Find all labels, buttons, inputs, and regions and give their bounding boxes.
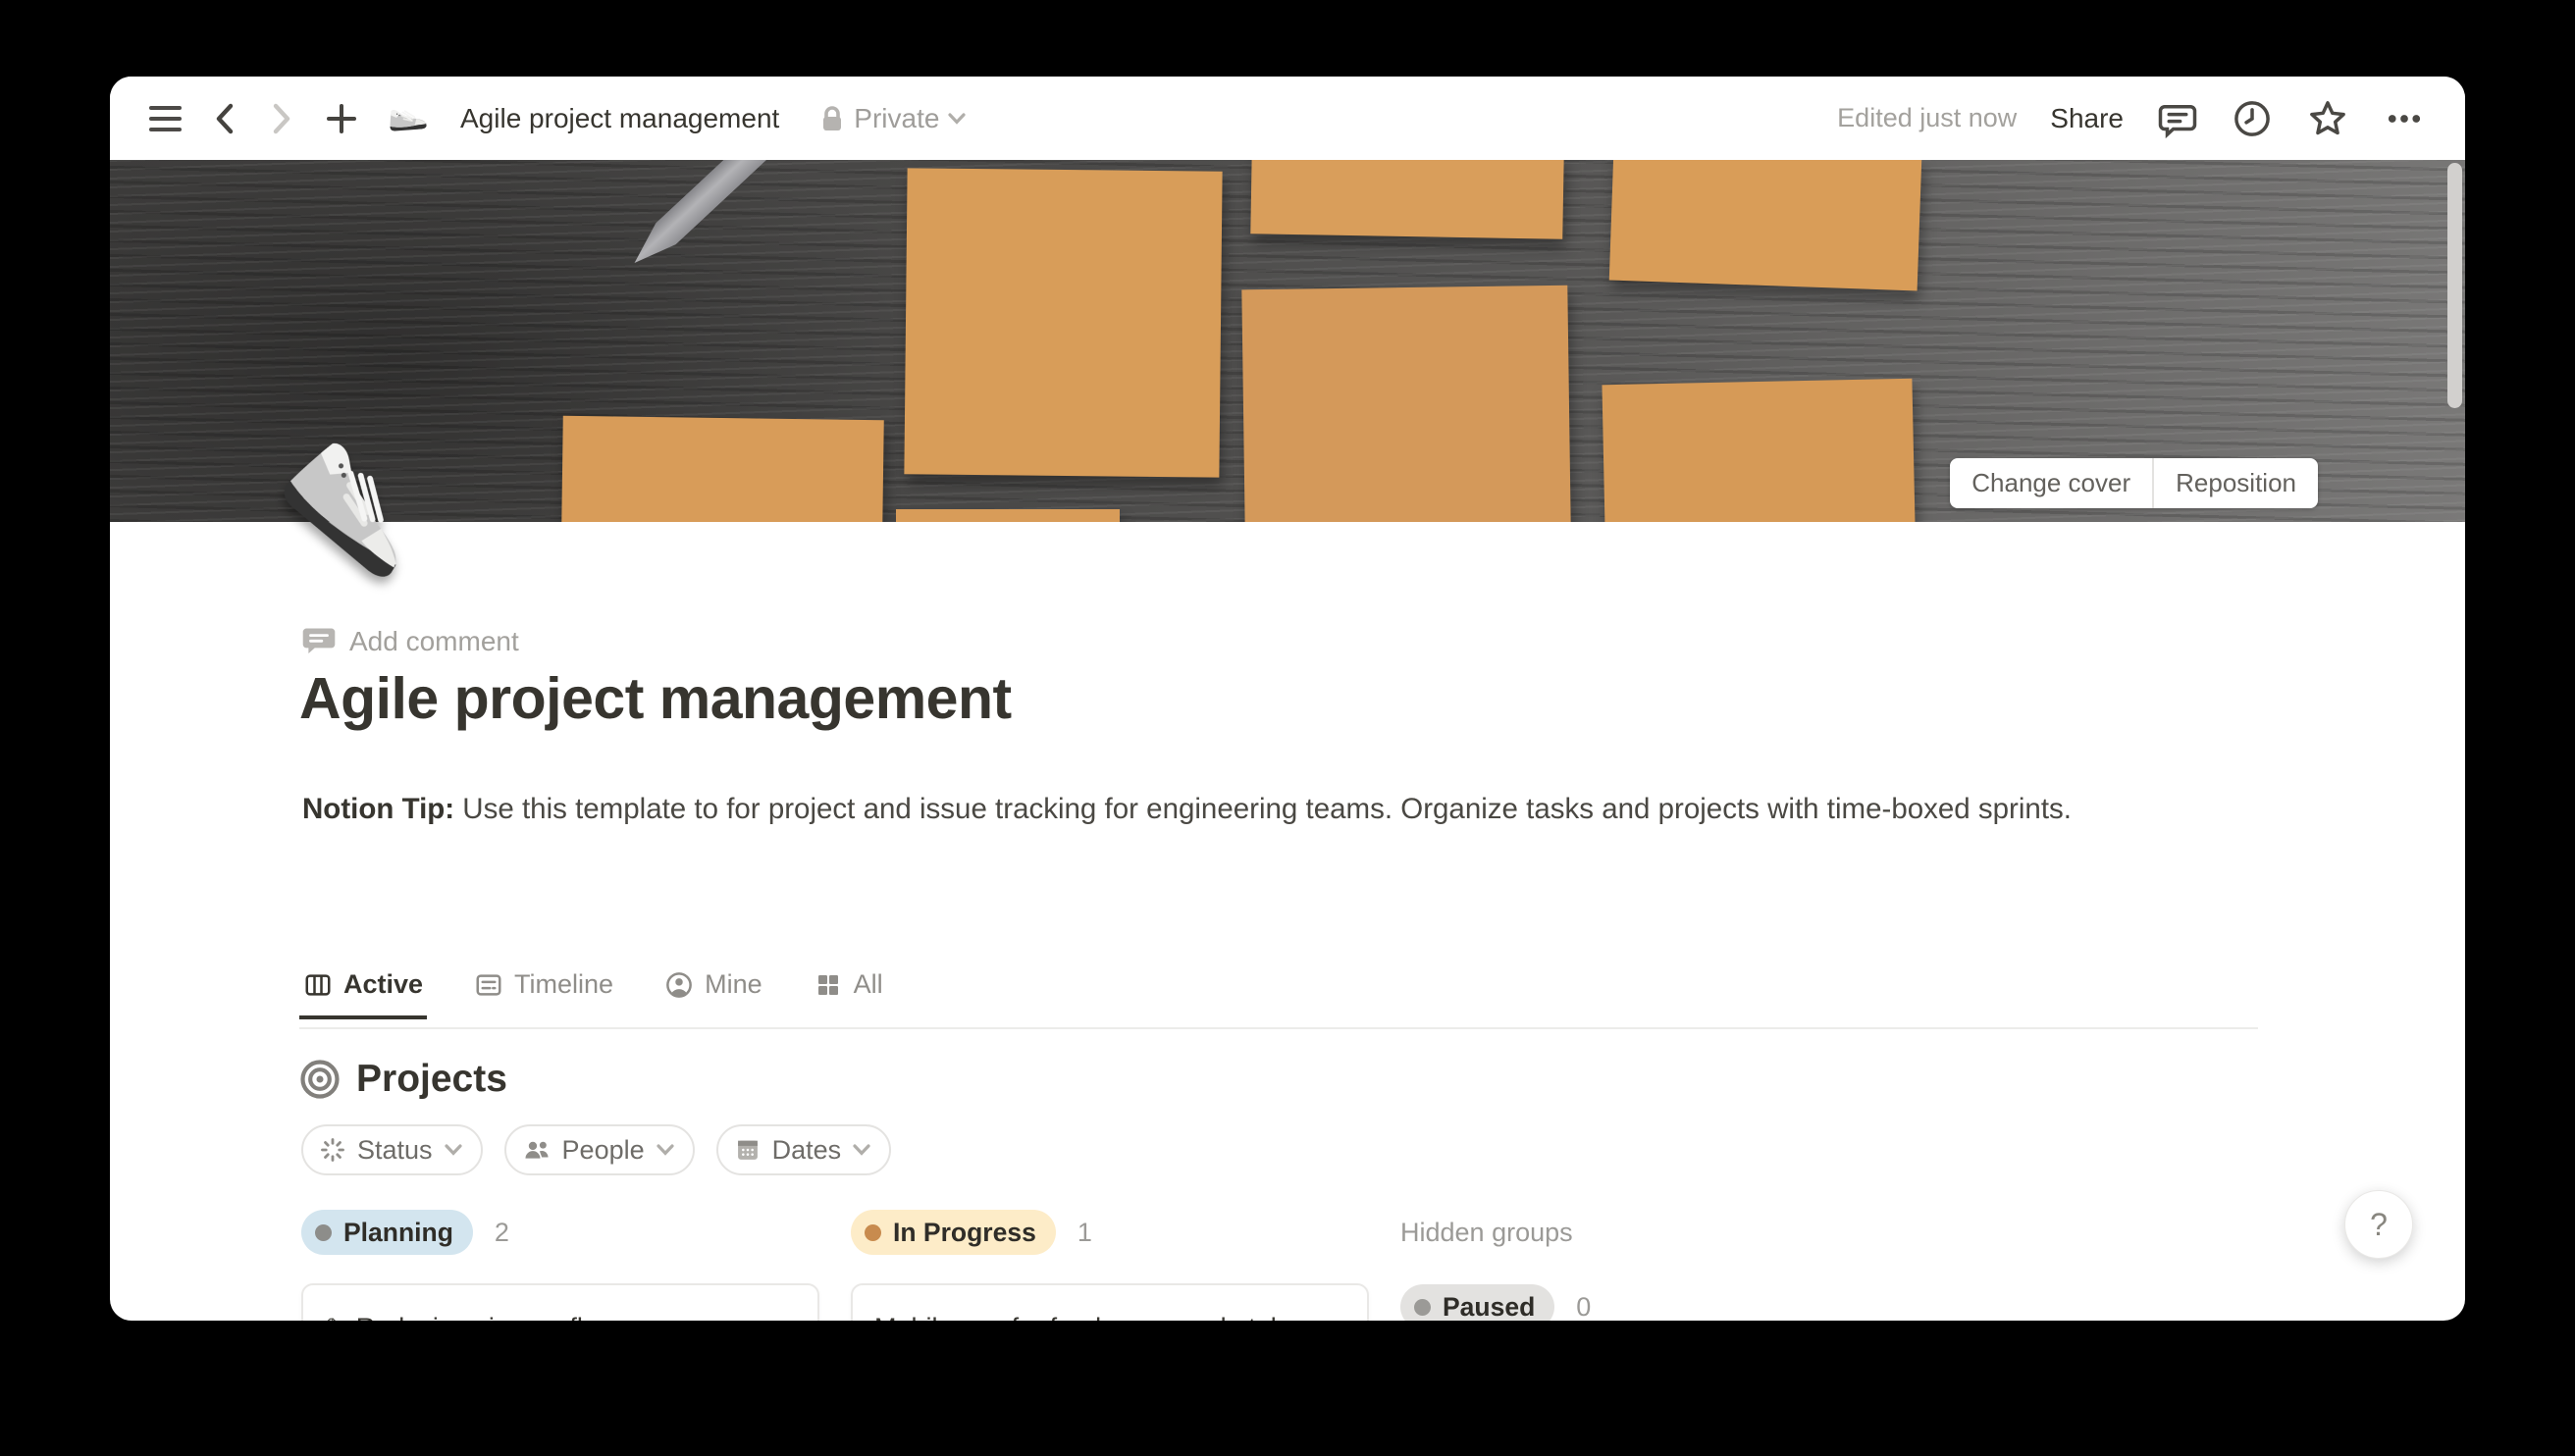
tab-label: Active — [343, 969, 423, 1000]
hidden-groups-section: Hidden groups Paused 0 — [1400, 1209, 1911, 1321]
group-pill-in-progress[interactable]: In Progress — [851, 1210, 1056, 1255]
reposition-button[interactable]: Reposition — [2152, 458, 2318, 508]
chip-label: Status — [357, 1135, 433, 1166]
status-filter-chip[interactable]: Status — [301, 1124, 483, 1175]
history-clock-icon[interactable] — [2232, 98, 2273, 139]
card-title: Mobile app for freelancer marketplace — [874, 1311, 1319, 1321]
chevron-down-icon — [947, 112, 967, 126]
tip-body: Use this template to for project and iss… — [454, 793, 2072, 825]
project-card[interactable]: Mobile app for freelancer marketplace — [851, 1283, 1369, 1321]
tip-lead: Notion Tip: — [302, 793, 454, 825]
change-cover-button[interactable]: Change cover — [1950, 458, 2152, 508]
page-icon-small — [386, 100, 428, 137]
group-count: 0 — [1576, 1292, 1591, 1322]
tab-label: Timeline — [514, 969, 613, 1000]
filter-chips: Status People — [301, 1124, 891, 1175]
timeline-icon — [474, 970, 503, 1000]
desktop-background: Agile project management Private Edited … — [0, 0, 2575, 1456]
vertical-scrollbar[interactable] — [2447, 163, 2462, 408]
lock-icon — [818, 104, 846, 133]
tab-all[interactable]: All — [810, 969, 887, 1015]
grid-icon — [814, 970, 843, 1000]
chevron-down-icon — [852, 1143, 871, 1157]
section-title[interactable]: Projects — [356, 1058, 507, 1101]
tab-mine[interactable]: Mine — [660, 969, 766, 1015]
board-icon — [303, 970, 333, 1000]
tab-active[interactable]: Active — [299, 969, 427, 1019]
share-button[interactable]: Share — [2050, 103, 2124, 134]
forward-icon[interactable] — [268, 102, 295, 135]
group-label: In Progress — [893, 1218, 1036, 1248]
privacy-control[interactable]: Private — [818, 103, 967, 134]
group-label: Paused — [1443, 1292, 1535, 1322]
status-dot — [315, 1224, 332, 1241]
status-dot — [865, 1224, 881, 1241]
people-filter-chip[interactable]: People — [504, 1124, 695, 1175]
back-icon[interactable] — [211, 102, 238, 135]
sidebar-toggle-icon[interactable] — [149, 106, 182, 131]
chevron-down-icon — [656, 1143, 675, 1157]
group-count: 1 — [1077, 1218, 1092, 1248]
pen-in-cover-photo — [624, 160, 802, 274]
add-comment-button[interactable]: Add comment — [302, 626, 519, 657]
target-icon — [299, 1059, 341, 1100]
page-title[interactable]: Agile project management — [299, 665, 1012, 732]
add-comment-label: Add comment — [349, 626, 519, 657]
dates-filter-chip[interactable]: Dates — [716, 1124, 892, 1175]
sticky-note — [1241, 286, 1570, 522]
project-card[interactable]: ✎ Redesign sign-up flow — [301, 1283, 819, 1321]
chip-label: People — [562, 1135, 645, 1166]
sticky-note — [561, 416, 884, 522]
board-column-in-progress: In Progress 1 Mobile app for freelancer … — [851, 1209, 1369, 1321]
sticky-note — [1250, 160, 1563, 239]
page-icon-sneaker[interactable] — [292, 430, 469, 611]
tab-label: All — [854, 969, 883, 1000]
notion-tip-paragraph[interactable]: Notion Tip: Use this template to for pro… — [302, 785, 2167, 833]
chevron-down-icon — [444, 1143, 463, 1157]
notion-window: Agile project management Private Edited … — [110, 77, 2465, 1321]
toolbar: Agile project management Private Edited … — [110, 77, 2465, 160]
projects-heading: Projects — [299, 1058, 507, 1101]
status-burst-icon — [319, 1136, 346, 1164]
sticky-note — [904, 168, 1222, 477]
hidden-groups-label: Hidden groups — [1400, 1209, 1911, 1256]
group-label: Planning — [343, 1218, 453, 1248]
board-column-planning: Planning 2 ✎ Redesign sign-up flow — [301, 1209, 819, 1321]
comments-icon[interactable] — [2157, 98, 2198, 139]
people-icon — [522, 1136, 552, 1164]
more-options-icon[interactable] — [2383, 98, 2426, 139]
status-dot — [1414, 1299, 1431, 1316]
cover-buttons: Change cover Reposition — [1950, 458, 2318, 508]
tabs-divider — [299, 1027, 2258, 1029]
group-pill-paused[interactable]: Paused — [1400, 1284, 1554, 1321]
tab-label: Mine — [705, 969, 762, 1000]
breadcrumb-page-title[interactable]: Agile project management — [460, 103, 779, 134]
new-page-icon[interactable] — [325, 102, 358, 135]
chip-label: Dates — [772, 1135, 842, 1166]
privacy-label: Private — [854, 103, 939, 134]
projects-board: Planning 2 ✎ Redesign sign-up flow — [301, 1209, 1911, 1321]
person-circle-icon — [664, 970, 694, 1000]
sticky-note — [1602, 379, 1915, 522]
edited-timestamp: Edited just now — [1837, 103, 2017, 133]
view-tabs: Active Timeline Mine — [299, 969, 887, 1019]
tab-timeline[interactable]: Timeline — [470, 969, 617, 1015]
comment-bubble-icon — [302, 626, 336, 657]
group-count: 2 — [495, 1218, 509, 1248]
sticky-note — [1609, 160, 1921, 290]
card-title: Redesign sign-up flow — [356, 1311, 617, 1321]
card-emoji-icon: ✎ — [325, 1311, 346, 1321]
calendar-icon — [734, 1136, 762, 1164]
group-pill-planning[interactable]: Planning — [301, 1210, 473, 1255]
favorite-star-icon[interactable] — [2306, 97, 2349, 140]
help-button[interactable]: ? — [2344, 1190, 2413, 1259]
sticky-note — [896, 509, 1120, 522]
